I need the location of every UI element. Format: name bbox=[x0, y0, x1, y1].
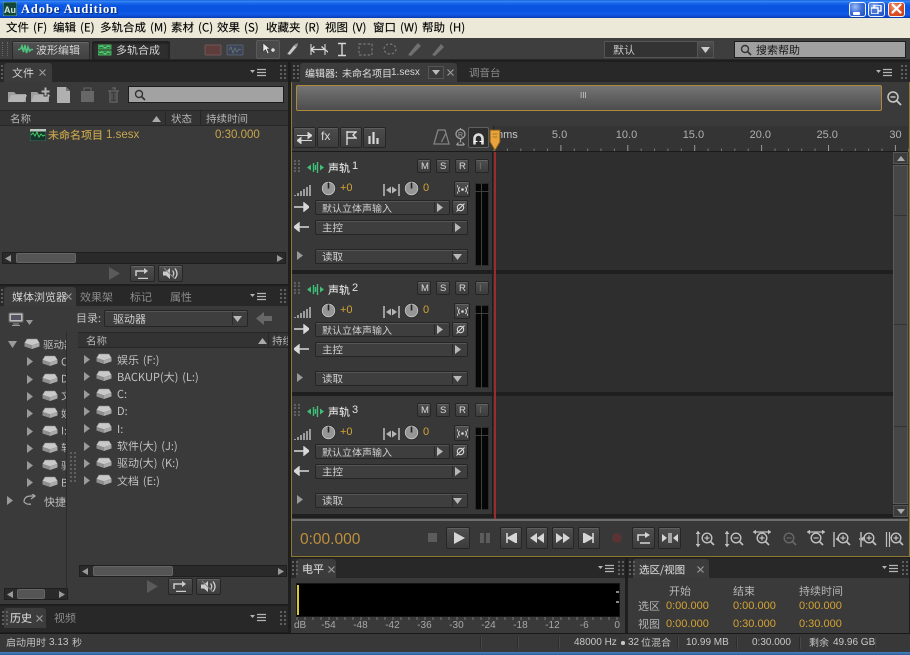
svg-text:R: R bbox=[458, 132, 463, 139]
svg-text:Au: Au bbox=[4, 5, 16, 15]
